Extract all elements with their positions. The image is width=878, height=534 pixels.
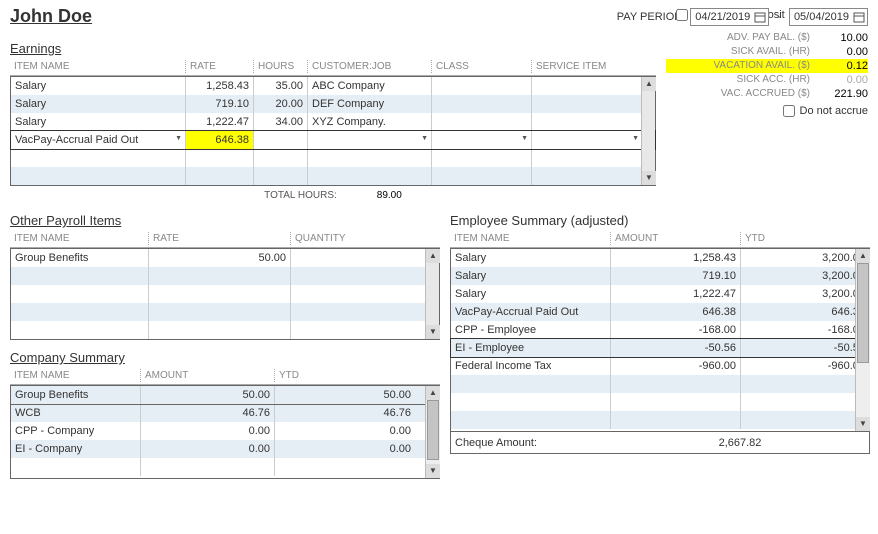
table-row[interactable] bbox=[11, 167, 655, 185]
adv-pay-bal: ADV. PAY BAL. ($)10.00 bbox=[666, 31, 868, 45]
class-dropdown[interactable] bbox=[432, 131, 532, 149]
company-summary-header: ITEM NAME AMOUNT YTD bbox=[10, 367, 440, 385]
other-payroll-title: Other Payroll Items bbox=[10, 213, 440, 228]
table-row-active[interactable]: EI - Employee-50.56-50.56 bbox=[451, 339, 869, 357]
table-row[interactable] bbox=[11, 267, 439, 285]
other-payroll-header: ITEM NAME RATE QUANTITY bbox=[10, 230, 440, 248]
scroll-thumb[interactable] bbox=[857, 263, 869, 363]
do-not-accrue-label: Do not accrue bbox=[800, 105, 868, 117]
table-row[interactable] bbox=[451, 393, 869, 411]
scrollbar[interactable]: ▲▼ bbox=[641, 77, 655, 185]
company-summary-table[interactable]: Group Benefits50.0050.00 WCB46.7646.76 C… bbox=[10, 385, 440, 479]
table-row[interactable]: VacPay-Accrual Paid Out646.38646.38 bbox=[451, 303, 869, 321]
earnings-title: Earnings bbox=[10, 41, 656, 56]
total-hours: TOTAL HOURS:89.00 bbox=[10, 186, 656, 203]
pay-period-from[interactable]: 04/21/2019 bbox=[690, 8, 769, 26]
other-payroll-table[interactable]: Group Benefits50.00 ▲▼ bbox=[10, 248, 440, 340]
scrollbar[interactable]: ▲▼ bbox=[855, 249, 869, 431]
company-summary-title: Company Summary bbox=[10, 350, 440, 365]
employee-summary-table[interactable]: Salary1,258.433,200.00 Salary719.103,200… bbox=[450, 248, 870, 432]
cheque-label: Cheque Amount: bbox=[451, 437, 611, 449]
cheque-amount: 2,667.82 bbox=[611, 437, 869, 449]
scroll-down-icon[interactable]: ▼ bbox=[856, 417, 870, 431]
item-dropdown[interactable]: VacPay-Accrual Paid Out bbox=[11, 131, 186, 149]
table-row[interactable] bbox=[11, 321, 439, 339]
scrollbar[interactable]: ▲▼ bbox=[425, 249, 439, 339]
scroll-up-icon[interactable]: ▲ bbox=[426, 386, 440, 400]
table-row[interactable] bbox=[11, 458, 439, 476]
rate-cell-highlighted[interactable]: 646.38 bbox=[186, 131, 254, 149]
scroll-up-icon[interactable]: ▲ bbox=[856, 249, 870, 263]
customer-dropdown[interactable] bbox=[308, 131, 432, 149]
scroll-up-icon[interactable]: ▲ bbox=[642, 77, 656, 91]
table-row[interactable]: Salary1,258.4335.00ABC Company bbox=[11, 77, 655, 95]
sick-acc: SICK ACC. (HR)0.00 bbox=[666, 73, 868, 87]
calendar-icon[interactable] bbox=[754, 11, 766, 23]
scroll-thumb[interactable] bbox=[427, 400, 439, 460]
do-not-accrue-checkbox[interactable] bbox=[783, 105, 795, 117]
vacation-avail-highlighted: VACATION AVAIL. ($)0.12 bbox=[666, 59, 868, 73]
table-row[interactable] bbox=[451, 375, 869, 393]
direct-deposit-checkbox[interactable] bbox=[676, 9, 688, 21]
scroll-down-icon[interactable]: ▼ bbox=[426, 464, 440, 478]
table-row[interactable]: CPP - Employee-168.00-168.00 bbox=[451, 321, 869, 339]
employee-summary-title: Employee Summary (adjusted) bbox=[450, 213, 870, 228]
scroll-up-icon[interactable]: ▲ bbox=[426, 249, 440, 263]
scroll-down-icon[interactable]: ▼ bbox=[426, 325, 440, 339]
pay-period-to[interactable]: 05/04/2019 bbox=[789, 8, 868, 26]
scrollbar[interactable]: ▲▼ bbox=[425, 386, 439, 478]
earnings-table[interactable]: Salary1,258.4335.00ABC Company Salary719… bbox=[10, 76, 656, 186]
cheque-amount-row: Cheque Amount: 2,667.82 bbox=[450, 432, 870, 454]
table-row-active[interactable]: VacPay-Accrual Paid Out646.38 bbox=[11, 131, 655, 149]
table-row[interactable]: Federal Income Tax-960.00-960.00 bbox=[451, 357, 869, 375]
table-row[interactable]: WCB46.7646.76 bbox=[11, 404, 439, 422]
earnings-header: ITEM NAME RATE HOURS CUSTOMER:JOB CLASS … bbox=[10, 58, 656, 76]
table-row[interactable]: Salary1,258.433,200.00 bbox=[451, 249, 869, 267]
calendar-icon[interactable] bbox=[853, 11, 865, 23]
scroll-down-icon[interactable]: ▼ bbox=[642, 171, 656, 185]
table-row[interactable]: Salary1,222.473,200.00 bbox=[451, 285, 869, 303]
vac-accrued: VAC. ACCRUED ($)221.90 bbox=[666, 87, 868, 101]
table-row[interactable]: Group Benefits50.0050.00 bbox=[11, 386, 439, 404]
service-dropdown[interactable] bbox=[532, 131, 642, 149]
table-row[interactable]: CPP - Company0.000.00 bbox=[11, 422, 439, 440]
table-row[interactable]: Salary1,222.4734.00XYZ Company. bbox=[11, 113, 655, 131]
table-row[interactable] bbox=[11, 285, 439, 303]
employee-name: John Doe bbox=[10, 6, 92, 27]
table-row[interactable] bbox=[11, 149, 655, 167]
table-row[interactable]: Salary719.103,200.00 bbox=[451, 267, 869, 285]
employee-summary-header: ITEM NAME AMOUNT YTD bbox=[450, 230, 870, 248]
table-row[interactable] bbox=[451, 411, 869, 429]
sick-avail: SICK AVAIL. (HR)0.00 bbox=[666, 45, 868, 59]
table-row[interactable]: Group Benefits50.00 bbox=[11, 249, 439, 267]
table-row[interactable]: Salary719.1020.00DEF Company bbox=[11, 95, 655, 113]
table-row[interactable] bbox=[11, 303, 439, 321]
table-row[interactable]: EI - Company0.000.00 bbox=[11, 440, 439, 458]
